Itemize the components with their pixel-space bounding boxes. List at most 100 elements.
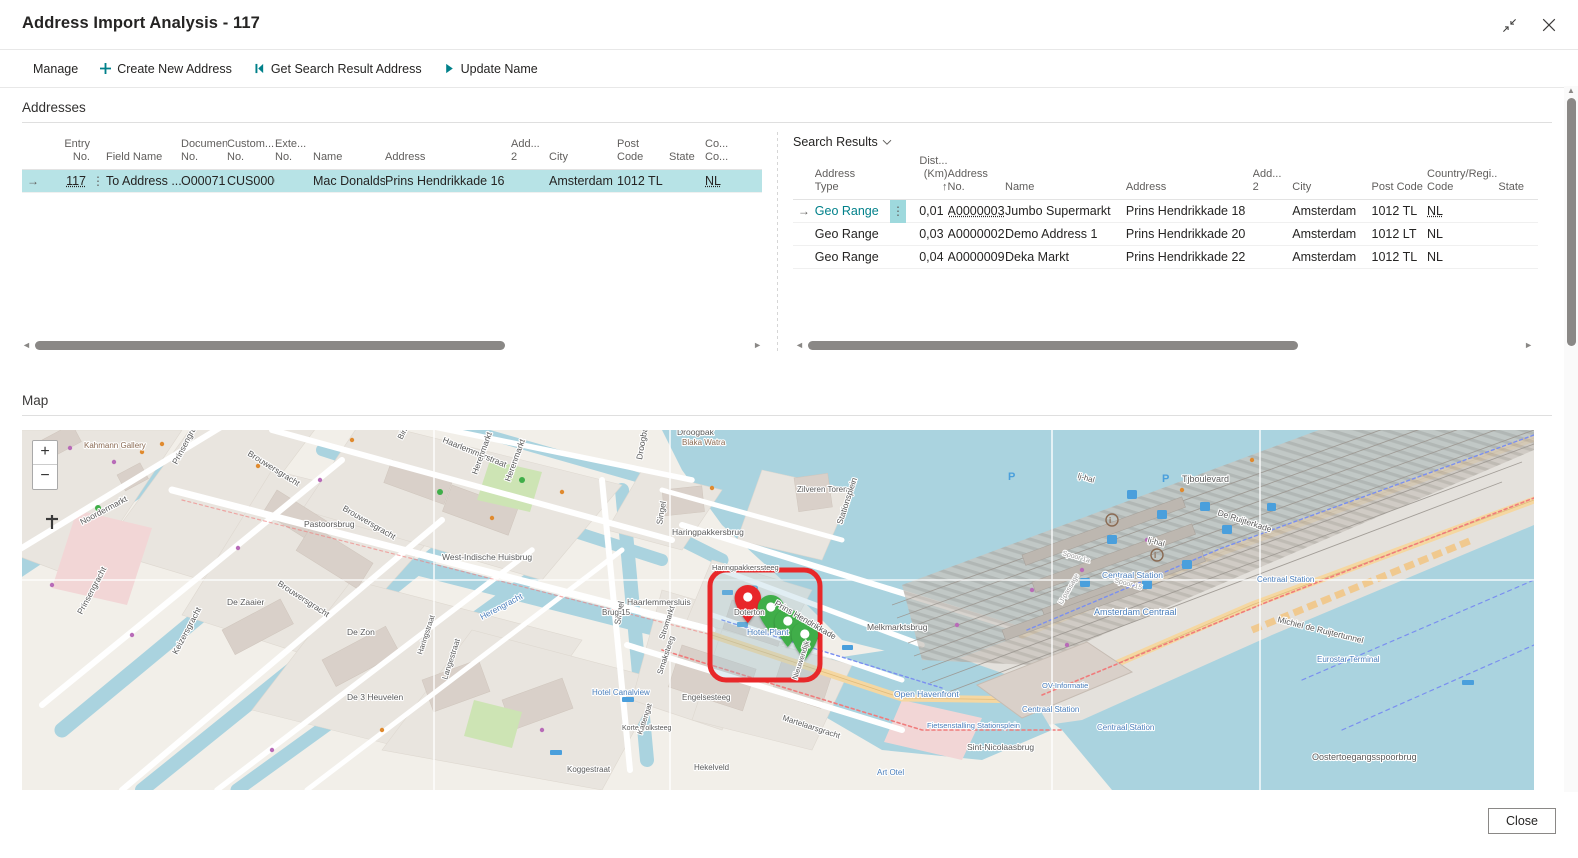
scroll-right-icon[interactable]: ► [1524, 340, 1533, 350]
column-header-document-no[interactable]: Document No. [181, 138, 227, 169]
map-zoom-in-button[interactable]: + [33, 441, 57, 465]
cell-address-no[interactable]: A0000003 [948, 204, 1005, 218]
scrollbar-thumb[interactable] [1567, 98, 1576, 346]
sr-column-header-address-no[interactable]: Address No. [948, 168, 1005, 199]
map-label: Hotel Plant [747, 627, 789, 637]
map-label: Melkmarktsbrug [867, 622, 928, 632]
restore-down-icon[interactable] [1496, 12, 1522, 38]
column-header-address[interactable]: Address [385, 138, 511, 169]
scrollbar-track[interactable] [34, 340, 749, 350]
column-header-post-code[interactable]: Post Code [617, 138, 669, 169]
cell-address-type: Geo Range [814, 204, 879, 218]
table-row[interactable]: Geo Range 0,03 A0000002 Demo Address 1 P… [793, 223, 1538, 246]
search-results-grid-header: Address Type Dist... (Km) ↑ Address No. … [793, 155, 1538, 200]
map-zoom-out-button[interactable]: − [33, 465, 57, 489]
map-label: De Zaaier [227, 597, 264, 607]
map-label: Centraal Station [1102, 570, 1163, 580]
close-button[interactable]: Close [1488, 808, 1556, 834]
sr-column-header-city[interactable]: City [1292, 168, 1371, 199]
row-indicator-arrow-icon: → [27, 174, 39, 188]
cell-city: Amsterdam [1292, 227, 1357, 241]
addresses-grid-header: Entry No. Field Name Document No. Custom… [22, 128, 762, 170]
svg-text:i: i [1109, 516, 1111, 525]
sr-column-header-address[interactable]: Address [1126, 168, 1253, 199]
row-context-menu-icon[interactable]: ⋮ [90, 174, 106, 188]
cell-entry-no[interactable]: 117 [66, 174, 86, 188]
table-row[interactable]: Geo Range 0,04 A0000009 Deka Markt Prins… [793, 246, 1538, 269]
cell-distance-km: 0,01 [919, 204, 944, 218]
scrollbar-track[interactable] [807, 340, 1520, 350]
sr-row-indicator-arrow-icon: → [797, 204, 810, 218]
section-divider-map [22, 415, 1552, 416]
map-label: De 3 Heuvelen [347, 692, 404, 702]
row-context-menu-icon[interactable]: ⋮ [890, 199, 906, 223]
map-label: Open Havenfront [894, 689, 959, 699]
map-label: Blaka Watra [682, 438, 726, 447]
column-header-address-2[interactable]: Add... 2 [511, 138, 549, 169]
map-label: Droogbak [677, 430, 715, 437]
map-label: Doterton [734, 608, 765, 617]
sr-column-header-address-type[interactable]: Address Type [815, 168, 890, 199]
map-canvas[interactable]: PPP ii [22, 430, 1534, 790]
close-icon[interactable] [1536, 12, 1562, 38]
cell-document-no: O00071 [181, 174, 226, 188]
grid-separator [777, 132, 778, 352]
column-header-external-no[interactable]: Exte... No. [275, 138, 313, 169]
column-header-field-name[interactable]: Field Name [106, 138, 181, 169]
section-heading-map: Map [22, 393, 49, 408]
toolbar-label-get-search-result-address: Get Search Result Address [270, 61, 422, 76]
map-label: Centraal Station [1097, 723, 1154, 732]
rewind-icon [254, 63, 265, 74]
column-header-entry-no[interactable]: Entry No. [44, 138, 90, 169]
sr-column-header-address-2[interactable]: Add... 2 [1253, 168, 1293, 199]
map-zoom-controls[interactable]: + − [32, 440, 58, 490]
sr-column-header-name[interactable]: Name [1005, 168, 1126, 199]
toolbar-item-create-new-address[interactable]: Create New Address [91, 56, 241, 82]
scrollbar-thumb[interactable] [807, 340, 1298, 350]
toolbar-item-get-search-result-address[interactable]: Get Search Result Address [245, 56, 431, 82]
sr-column-header-state[interactable]: State [1498, 168, 1538, 199]
toolbar-item-manage[interactable]: Manage [24, 56, 87, 82]
scroll-right-icon[interactable]: ► [753, 340, 762, 350]
scroll-left-icon[interactable]: ◄ [795, 340, 804, 350]
addresses-horizontal-scrollbar[interactable]: ◄ ► [22, 338, 762, 352]
cell-address: Prins Hendrikkade 16 [385, 174, 505, 188]
cell-name: Deka Markt [1005, 250, 1069, 264]
page-vertical-scrollbar[interactable]: ▲ [1564, 86, 1578, 792]
svg-text:i: i [1154, 551, 1156, 560]
sort-ascending-icon: ↑ [942, 181, 948, 193]
chevron-down-icon[interactable] [882, 135, 892, 149]
column-header-city[interactable]: City [549, 138, 617, 169]
search-results-caption[interactable]: Search Results [793, 135, 892, 149]
scroll-left-icon[interactable]: ◄ [22, 340, 31, 350]
cell-name: Demo Address 1 [1005, 227, 1098, 241]
map-label: Pastoorsbrug [304, 519, 355, 529]
table-row[interactable]: → Geo Range ⋮ 0,01 A0000003 Jumbo Superm… [793, 199, 1538, 223]
column-header-state[interactable]: State [669, 138, 705, 169]
column-header-customer-no[interactable]: Custom... No. [227, 138, 275, 169]
scrollbar-thumb[interactable] [34, 340, 505, 350]
scroll-up-icon[interactable]: ▲ [1564, 86, 1578, 96]
map-label: OV-Informatie [1042, 681, 1088, 690]
map-label: Amsterdam Centraal [1094, 607, 1177, 617]
map-label: West-Indische Huisbrug [442, 552, 532, 562]
cell-distance-km: 0,04 [919, 250, 944, 264]
column-header-country-code[interactable]: Co... Co... [705, 138, 735, 169]
cell-distance-km: 0,03 [919, 227, 944, 241]
search-results-horizontal-scrollbar[interactable]: ◄ ► [795, 338, 1533, 352]
sr-column-header-post-code[interactable]: Post Code [1372, 168, 1427, 199]
svg-text:P: P [1008, 471, 1015, 483]
column-header-name[interactable]: Name [313, 138, 385, 169]
sr-column-header-country-code[interactable]: Country/Regi... Code [1427, 168, 1498, 199]
action-toolbar: Manage Create New Address Get Search Res… [0, 49, 1578, 88]
page-title: Address Import Analysis - 117 [22, 14, 260, 32]
map-label: Zilveren Toren [797, 485, 848, 494]
sr-column-header-distance[interactable]: Dist... (Km) ↑ [906, 155, 948, 199]
cell-country-code[interactable]: NL [705, 174, 721, 188]
table-row[interactable]: → 117 ⋮ To Address ... O00071 CUS00001 M… [22, 170, 762, 193]
map-label: Centraal Station [1257, 575, 1314, 584]
map-view[interactable]: PPP ii [22, 430, 1534, 790]
window-buttons [1496, 12, 1562, 38]
cell-country-code[interactable]: NL [1427, 204, 1443, 218]
toolbar-item-update-name[interactable]: Update Name [435, 56, 547, 82]
